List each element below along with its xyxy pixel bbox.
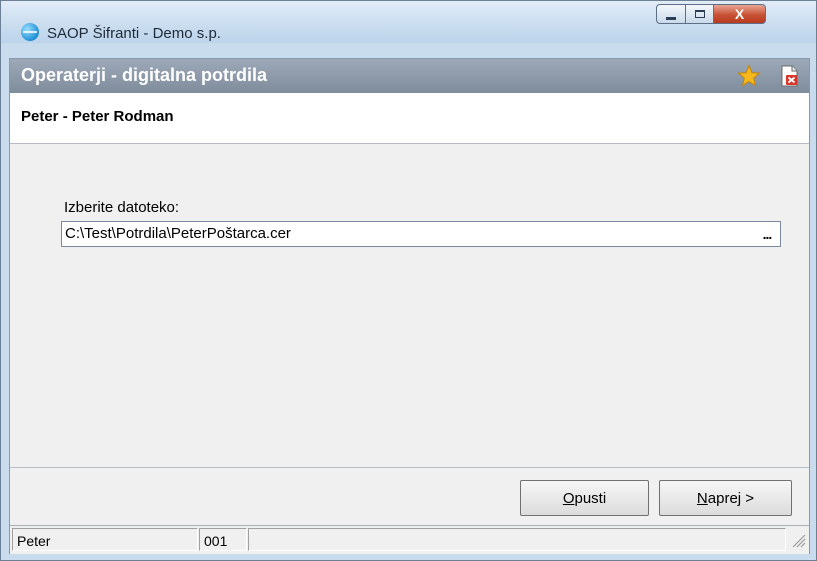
status-extra xyxy=(248,528,786,551)
next-button[interactable]: Naprej > xyxy=(659,480,792,516)
resize-grip-icon[interactable] xyxy=(790,532,806,548)
record-title: Peter - Peter Rodman xyxy=(21,108,174,125)
document-close-icon[interactable] xyxy=(780,65,800,87)
close-button[interactable]: X xyxy=(714,4,766,24)
minimize-icon xyxy=(666,16,676,20)
close-icon: X xyxy=(734,6,745,22)
next-button-hotkey: N xyxy=(696,489,708,507)
record-header: Peter - Peter Rodman xyxy=(10,93,809,144)
title-bar[interactable]: SAOP Šifranti - Demo s.p. X xyxy=(1,1,816,43)
window-title: SAOP Šifranti - Demo s.p. xyxy=(47,25,221,42)
maximize-button[interactable] xyxy=(686,4,714,24)
star-icon[interactable] xyxy=(737,64,761,88)
file-path-input[interactable]: C:\Test\Potrdila\PeterPoštarca.cer ... xyxy=(61,221,781,247)
maximize-icon xyxy=(694,10,705,18)
cancel-button-hotkey: O xyxy=(562,489,575,507)
application-window: SAOP Šifranti - Demo s.p. X Operaterji -… xyxy=(0,0,817,561)
file-path-value[interactable]: C:\Test\Potrdila\PeterPoštarca.cer xyxy=(65,225,291,242)
status-code: 001 xyxy=(199,528,247,551)
next-button-label: aprej > xyxy=(707,489,755,507)
app-icon xyxy=(21,23,39,41)
form-header: Operaterji - digitalna potrdila xyxy=(10,59,809,93)
browse-button[interactable]: ... xyxy=(756,224,778,244)
status-user: Peter xyxy=(12,528,198,551)
button-bar: Opusti Naprej > xyxy=(10,467,809,526)
window-controls: X xyxy=(656,4,766,26)
form-title: Operaterji - digitalna potrdila xyxy=(21,65,268,85)
file-field-label: Izberite datoteko: xyxy=(64,199,180,216)
status-bar: Peter 001 xyxy=(10,525,809,554)
cancel-button[interactable]: Opusti xyxy=(520,480,649,516)
minimize-button[interactable] xyxy=(656,4,686,24)
cancel-button-label: pusti xyxy=(574,489,607,507)
form-panel: Operaterji - digitalna potrdila Peter - … xyxy=(9,58,810,554)
